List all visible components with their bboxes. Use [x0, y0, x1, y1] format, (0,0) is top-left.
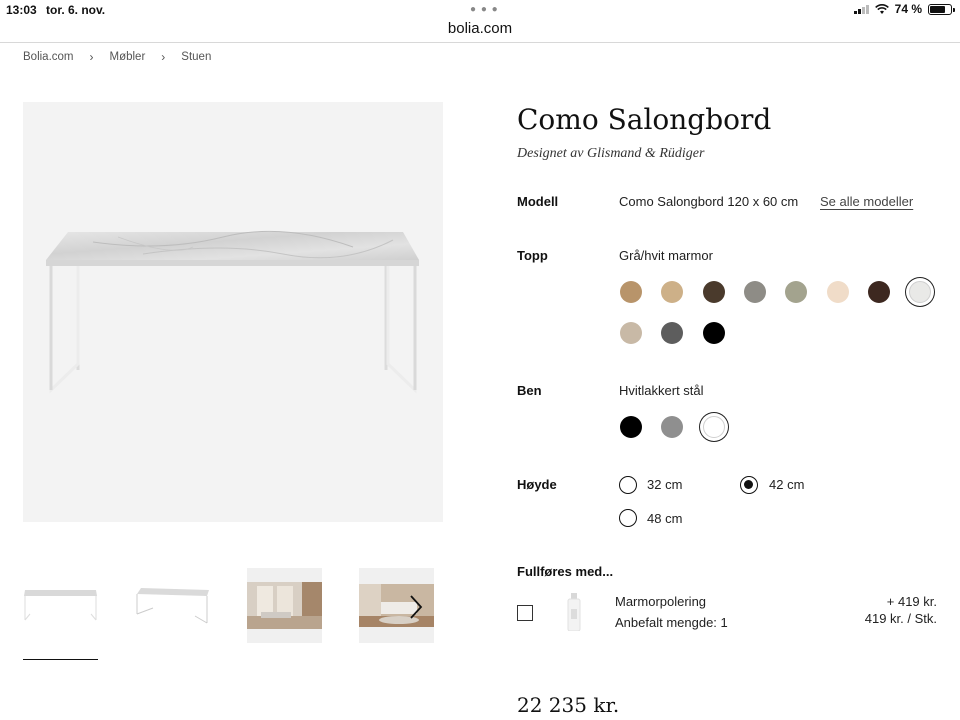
height-radio-48[interactable]	[619, 509, 637, 527]
height-option-42[interactable]: 42 cm	[769, 477, 804, 492]
polish-bottle-image	[567, 593, 581, 631]
breadcrumb: Bolia.com › Møbler › Stuen	[23, 50, 211, 64]
product-price: 22 235 kr.	[517, 693, 620, 717]
thumbnail-2[interactable]	[135, 568, 210, 643]
chevron-right-icon: ›	[161, 50, 166, 64]
addon-name: Marmorpolering	[615, 594, 707, 609]
legs-swatch-3[interactable]	[702, 416, 725, 438]
thumbnail-3[interactable]	[247, 568, 322, 643]
breadcrumb-furniture[interactable]: Møbler	[110, 51, 146, 63]
top-swatch-8[interactable]	[909, 281, 932, 303]
model-value: Como Salongbord 120 x 60 cm	[619, 194, 799, 209]
breadcrumb-home[interactable]: Bolia.com	[23, 51, 74, 63]
chevron-right-icon: ›	[89, 50, 94, 64]
active-thumbnail-indicator	[23, 659, 98, 660]
addons-title: Fullføres med...	[517, 564, 614, 579]
ellipsis-icon[interactable]: ● ● ●	[470, 4, 499, 15]
product-main-image[interactable]	[23, 102, 443, 522]
height-option-48[interactable]: 48 cm	[647, 511, 682, 526]
top-swatch-6[interactable]	[826, 281, 849, 303]
addon-unit-price: 419 kr. / Stk.	[864, 611, 937, 626]
top-label: Topp	[517, 248, 548, 263]
top-swatch-1[interactable]	[620, 281, 642, 303]
legs-value: Hvitlakkert stål	[619, 383, 704, 398]
addon-checkbox[interactable]	[517, 605, 533, 621]
browser-address-bar: ● ● ● bolia.com	[0, 0, 960, 43]
breadcrumb-living-room[interactable]: Stuen	[181, 51, 211, 63]
top-swatch-10[interactable]	[661, 322, 684, 344]
top-value: Grå/hvit marmor	[619, 248, 713, 263]
model-label: Modell	[517, 194, 559, 209]
see-all-models-link[interactable]: Se alle modeller	[820, 194, 913, 209]
addon-quantity: Anbefalt mengde: 1	[615, 615, 728, 630]
product-title: Como Salongbord	[517, 103, 772, 136]
thumbnail-1[interactable]	[23, 568, 98, 643]
height-option-32[interactable]: 32 cm	[647, 477, 682, 492]
legs-swatch-1[interactable]	[620, 416, 642, 438]
chevron-right-icon[interactable]	[408, 594, 424, 620]
height-radio-32[interactable]	[619, 476, 637, 494]
top-swatch-2[interactable]	[661, 281, 684, 303]
thumbnail-gallery	[23, 568, 443, 663]
top-swatch-3[interactable]	[702, 281, 725, 303]
top-swatch-4[interactable]	[743, 281, 766, 303]
legs-label: Ben	[517, 383, 542, 398]
url-text[interactable]: bolia.com	[0, 20, 960, 37]
legs-swatch-2[interactable]	[661, 416, 684, 438]
top-swatch-5[interactable]	[785, 281, 808, 303]
height-label: Høyde	[517, 477, 557, 492]
top-swatch-11[interactable]	[702, 322, 725, 344]
marble-table-illustration	[46, 230, 419, 394]
product-designer: Designet av Glismand & Rüdiger	[517, 146, 705, 161]
addon-price: + 419 kr.	[886, 594, 937, 609]
top-swatch-9[interactable]	[620, 322, 642, 344]
height-radio-42[interactable]	[740, 476, 758, 494]
top-swatch-7[interactable]	[867, 281, 890, 303]
